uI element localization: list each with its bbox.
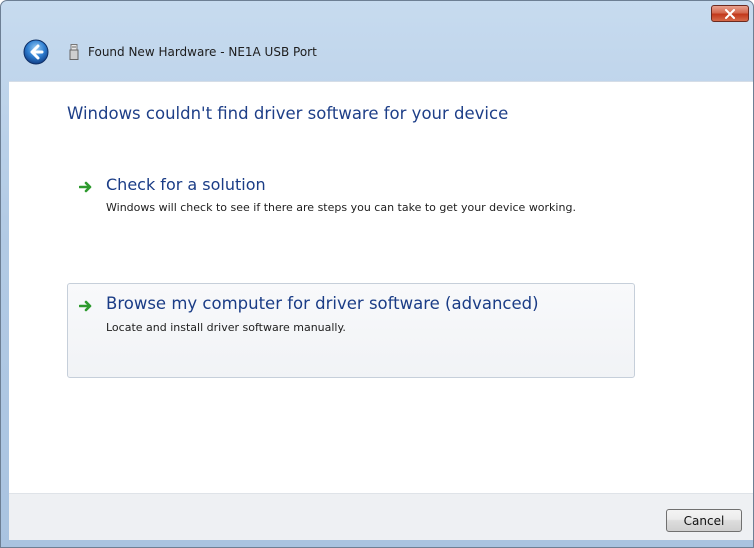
check-for-solution-option[interactable]: Check for a solution Windows will check … bbox=[67, 168, 635, 240]
option-description: Windows will check to see if there are s… bbox=[106, 201, 576, 214]
title-bar: Found New Hardware - NE1A USB Port bbox=[1, 29, 753, 81]
wizard-window: Found New Hardware - NE1A USB Port Windo… bbox=[0, 0, 754, 548]
window-title: Found New Hardware - NE1A USB Port bbox=[88, 45, 317, 59]
content-area: Windows couldn't find driver software fo… bbox=[9, 81, 753, 494]
usb-device-icon bbox=[69, 44, 79, 60]
green-arrow-icon bbox=[79, 300, 92, 312]
green-arrow-icon bbox=[79, 181, 92, 193]
page-heading: Windows couldn't find driver software fo… bbox=[67, 104, 509, 123]
footer-bar: Cancel bbox=[9, 493, 753, 540]
option-description: Locate and install driver software manua… bbox=[106, 321, 346, 334]
back-arrow-icon[interactable] bbox=[23, 39, 49, 65]
close-icon bbox=[725, 8, 735, 19]
option-title: Check for a solution bbox=[106, 175, 266, 194]
cancel-button[interactable]: Cancel bbox=[666, 509, 742, 532]
option-title: Browse my computer for driver software (… bbox=[106, 294, 539, 313]
close-button[interactable] bbox=[711, 5, 749, 22]
browse-computer-option[interactable]: Browse my computer for driver software (… bbox=[67, 283, 635, 378]
